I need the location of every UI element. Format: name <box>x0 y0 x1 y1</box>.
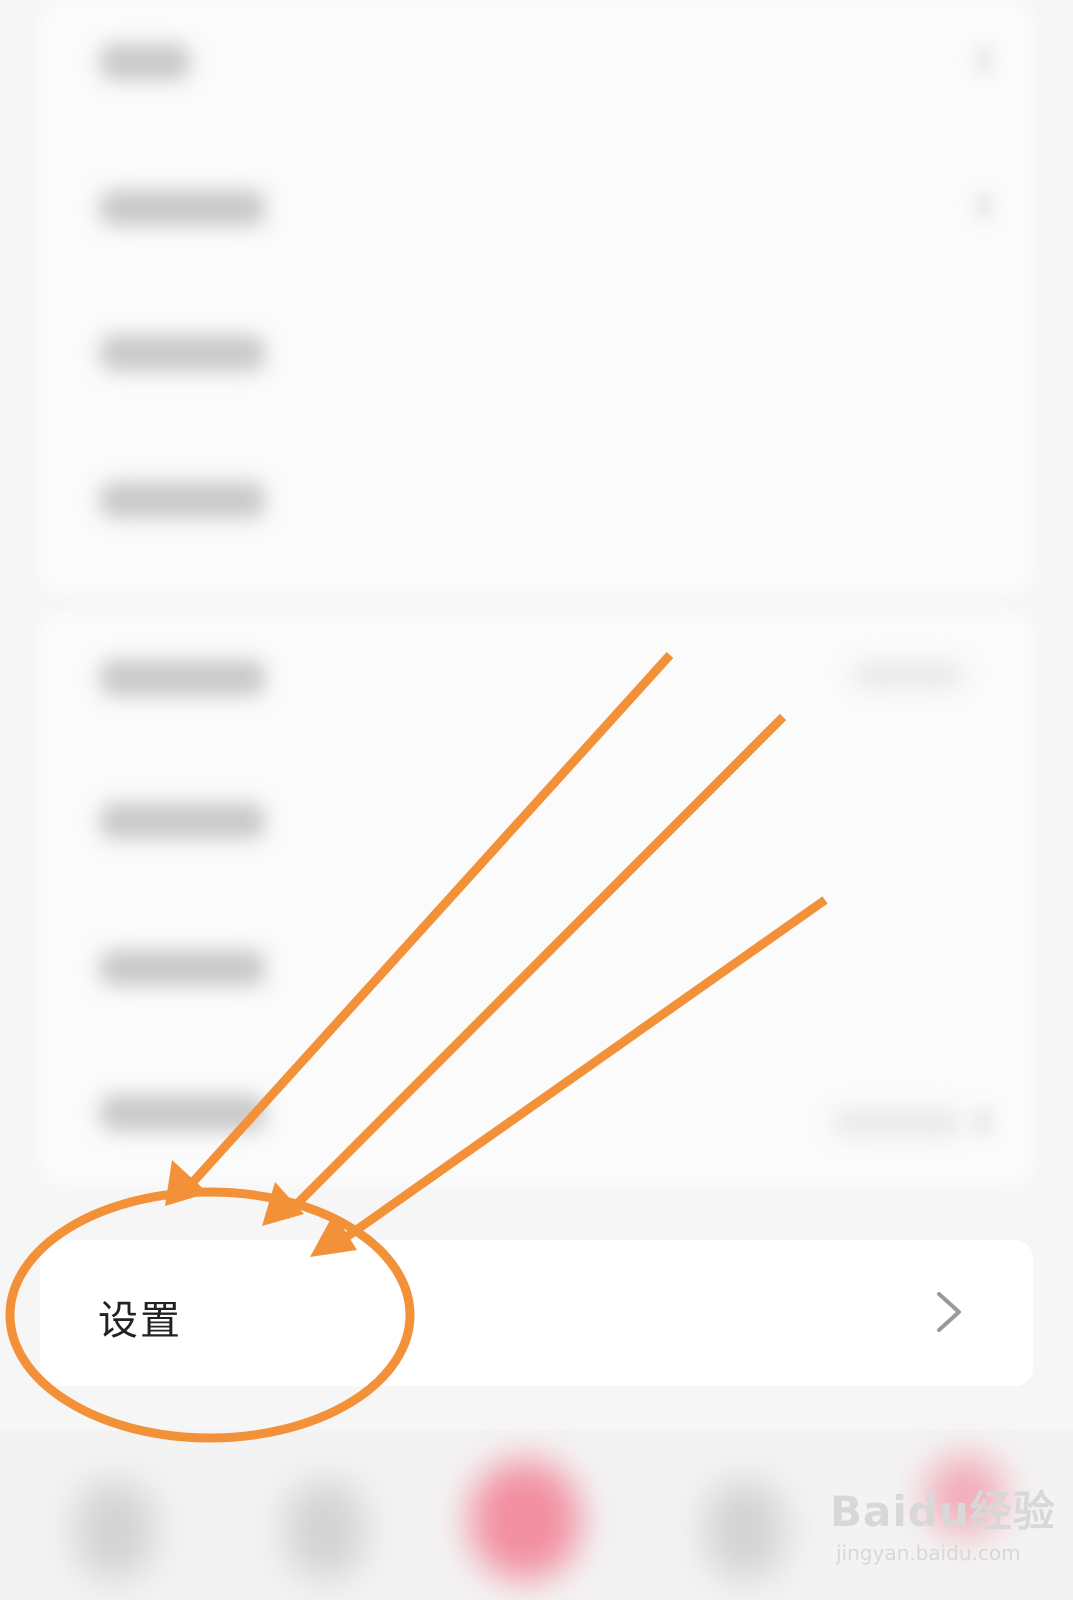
blurred-item-value <box>833 1112 963 1134</box>
settings-label: 设置 <box>98 1298 182 1344</box>
blurred-menu-item[interactable] <box>100 335 265 371</box>
baidu-watermark: Baidu经验 jingyan.baidu.com <box>830 1478 1056 1565</box>
blurred-chevron-icon <box>975 192 993 220</box>
blurred-chevron-icon <box>975 46 993 74</box>
settings-row[interactable]: 设置 <box>40 1240 1033 1386</box>
tab-item[interactable] <box>75 1480 155 1580</box>
chevron-right-icon <box>937 1292 961 1332</box>
tab-item-center[interactable] <box>470 1460 580 1580</box>
blurred-menu-item[interactable] <box>100 1095 265 1131</box>
watermark-brand: Baidu经验 <box>830 1487 1056 1536</box>
blurred-menu-item[interactable] <box>100 803 265 839</box>
blurred-menu-item[interactable] <box>100 44 190 80</box>
blurred-menu-item[interactable] <box>100 660 265 696</box>
tab-item[interactable] <box>705 1480 785 1580</box>
settings-screen: 设置 Baidu经验 jingyan.baidu.com <box>0 0 1073 1600</box>
blurred-menu-item[interactable] <box>100 190 265 226</box>
blurred-item-value <box>853 664 963 686</box>
blurred-menu-item[interactable] <box>100 950 265 986</box>
arrowhead-2 <box>262 1182 304 1226</box>
tab-item[interactable] <box>285 1480 365 1580</box>
blurred-chevron-icon <box>975 1108 993 1136</box>
blurred-menu-item[interactable] <box>100 482 265 518</box>
watermark-url: jingyan.baidu.com <box>836 1541 1021 1565</box>
